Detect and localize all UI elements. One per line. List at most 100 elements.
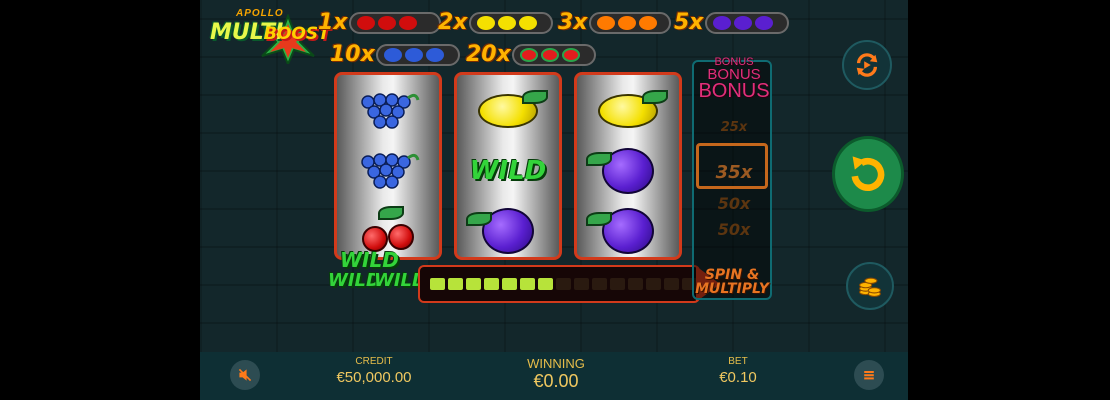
bonus-selected-frame bbox=[696, 143, 768, 189]
bet-settings-button[interactable] bbox=[846, 262, 894, 310]
progress-segment-empty bbox=[592, 278, 607, 290]
game-logo: APOLLO MULTI BOOST bbox=[210, 8, 330, 64]
paytable-grapes: 10x bbox=[330, 42, 460, 67]
orange-icon bbox=[596, 15, 615, 30]
letterbox-right bbox=[908, 0, 1110, 400]
watermelon-icon bbox=[519, 47, 538, 62]
reel-2: WILD bbox=[454, 72, 562, 260]
leaf-icon bbox=[642, 90, 668, 104]
paytable-oranges: 3x bbox=[558, 10, 671, 35]
bonus-multiplier: 50x bbox=[717, 220, 751, 239]
coins-icon bbox=[859, 277, 881, 297]
cherry-icon bbox=[398, 15, 417, 30]
plum-icon bbox=[754, 15, 773, 30]
watermelon-icon bbox=[561, 47, 580, 62]
cherry-icon bbox=[388, 224, 414, 250]
spin-and-multiply-label: SPIN & MULTIPLY bbox=[694, 268, 770, 296]
reel-3 bbox=[574, 72, 682, 260]
winning-display: WINNING €0.00 bbox=[506, 356, 606, 392]
grape-icon bbox=[404, 47, 423, 62]
grapes-icon bbox=[361, 153, 420, 189]
paytable-multiplier: 10x bbox=[330, 42, 375, 67]
credit-value: €50,000.00 bbox=[336, 369, 412, 386]
bet-value: €0.10 bbox=[719, 369, 757, 386]
orange-icon bbox=[617, 15, 636, 30]
autoplay-icon bbox=[856, 53, 878, 77]
bet-label: BET bbox=[728, 356, 748, 367]
paytable-multiplier: 3x bbox=[558, 10, 588, 35]
leaf-icon bbox=[586, 212, 612, 226]
plum-icon bbox=[712, 15, 731, 30]
reel-symbol-grapes bbox=[337, 81, 439, 141]
lemon-icon bbox=[518, 15, 537, 30]
reel-symbol-lemon bbox=[577, 81, 679, 141]
paytable-multiplier: 20x bbox=[466, 42, 511, 67]
progress-segment-empty bbox=[628, 278, 643, 290]
winning-label: WINNING bbox=[527, 356, 585, 371]
progress-segment-filled bbox=[538, 278, 553, 290]
lemons-symbol-strip bbox=[468, 11, 553, 34]
grape-icon bbox=[425, 47, 444, 62]
progress-segment-filled bbox=[448, 278, 463, 290]
progress-segment-empty bbox=[646, 278, 661, 290]
progress-segment-empty bbox=[664, 278, 679, 290]
plum-icon bbox=[733, 15, 752, 30]
reel-symbol-lemon bbox=[457, 81, 559, 141]
winning-value: €0.00 bbox=[533, 371, 579, 391]
leaf-icon bbox=[522, 90, 548, 104]
grapes-symbol-strip bbox=[375, 43, 460, 66]
bonus-title-large: BONUS bbox=[698, 80, 770, 102]
lemon-icon bbox=[476, 15, 495, 30]
plum-icon bbox=[586, 148, 654, 194]
sound-button[interactable] bbox=[230, 360, 260, 390]
bonus-multiplier: 50x bbox=[717, 194, 751, 213]
mute-icon bbox=[238, 368, 252, 382]
progress-segment-filled bbox=[520, 278, 535, 290]
bonus-multiplier: 25x bbox=[720, 120, 748, 135]
slot-game-area: APOLLO MULTI BOOST 1x 2x 3x 5x 10x 20x W… bbox=[200, 0, 908, 400]
cherries-symbol-strip bbox=[348, 11, 441, 34]
progress-segment-filled bbox=[466, 278, 481, 290]
oranges-symbol-strip bbox=[588, 11, 671, 34]
bet-display: BET €0.10 bbox=[688, 356, 788, 386]
progress-segment-filled bbox=[430, 278, 445, 290]
menu-icon bbox=[864, 371, 874, 380]
watermelon-icon bbox=[540, 47, 559, 62]
wild-stack-label: WILD bbox=[340, 248, 399, 272]
paytable-multiplier: 1x bbox=[318, 10, 348, 35]
wild-counter-stack: WILD WILD WILD bbox=[328, 248, 428, 308]
menu-button[interactable] bbox=[854, 360, 884, 390]
plums-symbol-strip bbox=[704, 11, 789, 34]
spin-button[interactable] bbox=[832, 136, 904, 212]
paytable-lemons: 2x bbox=[438, 10, 553, 35]
leaf-icon bbox=[586, 152, 612, 166]
leaf-icon bbox=[466, 212, 492, 226]
reel-symbol-plum bbox=[577, 141, 679, 201]
spin-icon bbox=[851, 156, 885, 191]
paytable-watermelons: 20x bbox=[466, 42, 596, 67]
reel-1 bbox=[334, 72, 442, 260]
progress-segment-empty bbox=[574, 278, 589, 290]
plum-icon bbox=[466, 208, 534, 254]
autoplay-button[interactable] bbox=[842, 40, 892, 90]
progress-segment-empty bbox=[556, 278, 571, 290]
paytable-cherries: 1x bbox=[318, 10, 441, 35]
reel-symbol-wild: WILD bbox=[457, 141, 559, 201]
leaf-icon bbox=[378, 206, 404, 220]
grape-icon bbox=[383, 47, 402, 62]
progress-segment-empty bbox=[610, 278, 625, 290]
credit-label: CREDIT bbox=[355, 356, 393, 367]
reel-symbol-plum bbox=[457, 201, 559, 257]
letterbox-left bbox=[0, 0, 200, 400]
grapes-icon bbox=[361, 93, 420, 129]
orange-icon bbox=[638, 15, 657, 30]
paytable-plums: 5x bbox=[674, 10, 789, 35]
paytable-multiplier: 2x bbox=[438, 10, 468, 35]
wild-symbol: WILD bbox=[469, 156, 547, 186]
logo-brand: APOLLO bbox=[236, 8, 284, 19]
reel-symbol-grapes bbox=[337, 141, 439, 201]
reel-symbol-plum bbox=[577, 201, 679, 257]
progress-segment-filled bbox=[502, 278, 517, 290]
credit-display: CREDIT €50,000.00 bbox=[324, 356, 424, 386]
plum-icon bbox=[586, 208, 654, 254]
